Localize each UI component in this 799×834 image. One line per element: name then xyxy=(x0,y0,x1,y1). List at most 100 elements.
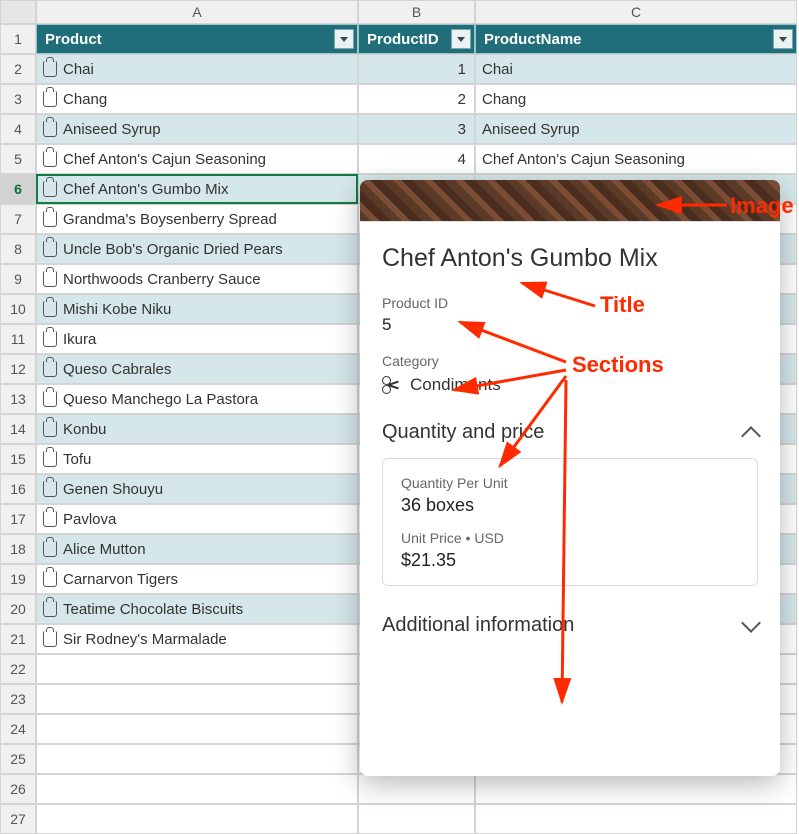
data-cell[interactable]: 1 xyxy=(358,54,475,84)
row-header[interactable]: 20 xyxy=(0,594,36,624)
cell-text: Carnarvon Tigers xyxy=(63,571,178,588)
data-cell[interactable]: Konbu xyxy=(36,414,358,444)
row-header[interactable]: 23 xyxy=(0,684,36,714)
cell-text: Ikura xyxy=(63,331,96,348)
table-header[interactable]: ProductName xyxy=(475,24,797,54)
data-cell[interactable]: 2 xyxy=(358,84,475,114)
empty-cell[interactable] xyxy=(36,714,358,744)
col-header[interactable]: C xyxy=(475,0,797,24)
empty-cell[interactable] xyxy=(358,774,475,804)
data-cell[interactable]: Aniseed Syrup xyxy=(36,114,358,144)
data-cell[interactable]: Genen Shouyu xyxy=(36,474,358,504)
cell-text: Sir Rodney's Marmalade xyxy=(63,631,227,648)
row-header[interactable]: 8 xyxy=(0,234,36,264)
row-header[interactable]: 1 xyxy=(0,24,36,54)
row-header[interactable]: 9 xyxy=(0,264,36,294)
col-header[interactable]: A xyxy=(36,0,358,24)
cell-text: Pavlova xyxy=(63,511,116,528)
data-cell[interactable]: 4 xyxy=(358,144,475,174)
row-header[interactable]: 4 xyxy=(0,114,36,144)
row-header[interactable]: 27 xyxy=(0,804,36,834)
data-cell[interactable]: Queso Manchego La Pastora xyxy=(36,384,358,414)
row-header[interactable]: 16 xyxy=(0,474,36,504)
row-header[interactable]: 21 xyxy=(0,624,36,654)
data-cell[interactable]: Chef Anton's Cajun Seasoning xyxy=(475,144,797,174)
data-cell[interactable]: Tofu xyxy=(36,444,358,474)
data-cell[interactable]: Aniseed Syrup xyxy=(475,114,797,144)
row-header[interactable]: 13 xyxy=(0,384,36,414)
empty-cell[interactable] xyxy=(36,654,358,684)
quantity-price-title: Quantity and price xyxy=(382,421,544,444)
filter-button[interactable] xyxy=(451,29,471,49)
row-header[interactable]: 14 xyxy=(0,414,36,444)
data-cell[interactable]: Chang xyxy=(36,84,358,114)
data-cell[interactable]: Chai xyxy=(475,54,797,84)
datatype-icon xyxy=(43,61,57,77)
data-cell[interactable]: Northwoods Cranberry Sauce xyxy=(36,264,358,294)
empty-cell[interactable] xyxy=(475,804,797,834)
row-header[interactable]: 15 xyxy=(0,444,36,474)
row-header[interactable]: 2 xyxy=(0,54,36,84)
datatype-icon xyxy=(43,451,57,467)
data-cell[interactable]: Chai xyxy=(36,54,358,84)
datatype-icon xyxy=(43,421,57,437)
filter-button[interactable] xyxy=(334,29,354,49)
data-cell[interactable]: Grandma's Boysenberry Spread xyxy=(36,204,358,234)
data-cell[interactable]: Chang xyxy=(475,84,797,114)
additional-info-header[interactable]: Additional information xyxy=(382,614,758,637)
product-id-value: 5 xyxy=(382,315,758,335)
cell-text: Chef Anton's Cajun Seasoning xyxy=(63,151,266,168)
additional-info-title: Additional information xyxy=(382,614,574,637)
chevron-down-icon xyxy=(741,613,761,633)
data-cell[interactable]: Chef Anton's Cajun Seasoning xyxy=(36,144,358,174)
data-cell[interactable]: 3 xyxy=(358,114,475,144)
row-header[interactable]: 3 xyxy=(0,84,36,114)
row-header[interactable]: 17 xyxy=(0,504,36,534)
data-cell[interactable]: Uncle Bob's Organic Dried Pears xyxy=(36,234,358,264)
data-cell[interactable]: Alice Mutton xyxy=(36,534,358,564)
qpu-value: 36 boxes xyxy=(401,495,739,516)
row-header[interactable]: 26 xyxy=(0,774,36,804)
datatype-icon xyxy=(43,511,57,527)
data-cell[interactable]: Chef Anton's Gumbo Mix xyxy=(36,174,358,204)
table-header[interactable]: Product xyxy=(36,24,358,54)
datatype-icon xyxy=(43,601,57,617)
table-header[interactable]: ProductID xyxy=(358,24,475,54)
empty-cell[interactable] xyxy=(36,744,358,774)
row-header[interactable]: 7 xyxy=(0,204,36,234)
row-header[interactable]: 22 xyxy=(0,654,36,684)
empty-cell[interactable] xyxy=(358,804,475,834)
row-header[interactable]: 19 xyxy=(0,564,36,594)
cell-text: Uncle Bob's Organic Dried Pears xyxy=(63,241,283,258)
filter-button[interactable] xyxy=(773,29,793,49)
datatype-icon xyxy=(43,241,57,257)
data-cell[interactable]: Carnarvon Tigers xyxy=(36,564,358,594)
row-header[interactable]: 18 xyxy=(0,534,36,564)
empty-cell[interactable] xyxy=(36,774,358,804)
empty-cell[interactable] xyxy=(36,804,358,834)
cell-text: Tofu xyxy=(63,451,91,468)
empty-cell[interactable] xyxy=(36,684,358,714)
row-header[interactable]: 12 xyxy=(0,354,36,384)
row-header[interactable]: 6 xyxy=(0,174,36,204)
select-all[interactable] xyxy=(0,0,36,24)
col-header[interactable]: B xyxy=(358,0,475,24)
data-cell[interactable]: Mishi Kobe Niku xyxy=(36,294,358,324)
data-cell[interactable]: Sir Rodney's Marmalade xyxy=(36,624,358,654)
row-header[interactable]: 11 xyxy=(0,324,36,354)
data-cell[interactable]: Ikura xyxy=(36,324,358,354)
row-header[interactable]: 10 xyxy=(0,294,36,324)
empty-cell[interactable] xyxy=(475,774,797,804)
row-header[interactable]: 25 xyxy=(0,744,36,774)
data-cell[interactable]: Queso Cabrales xyxy=(36,354,358,384)
cell-text: Konbu xyxy=(63,421,106,438)
data-cell[interactable]: Teatime Chocolate Biscuits xyxy=(36,594,358,624)
card-body[interactable]: Chef Anton's Gumbo Mix Product ID 5 Cate… xyxy=(360,222,780,776)
card-title: Chef Anton's Gumbo Mix xyxy=(382,244,758,273)
cell-text: Chang xyxy=(63,91,107,108)
cell-text: Chai xyxy=(63,61,94,78)
row-header[interactable]: 24 xyxy=(0,714,36,744)
data-cell[interactable]: Pavlova xyxy=(36,504,358,534)
quantity-price-header[interactable]: Quantity and price xyxy=(382,421,758,444)
row-header[interactable]: 5 xyxy=(0,144,36,174)
